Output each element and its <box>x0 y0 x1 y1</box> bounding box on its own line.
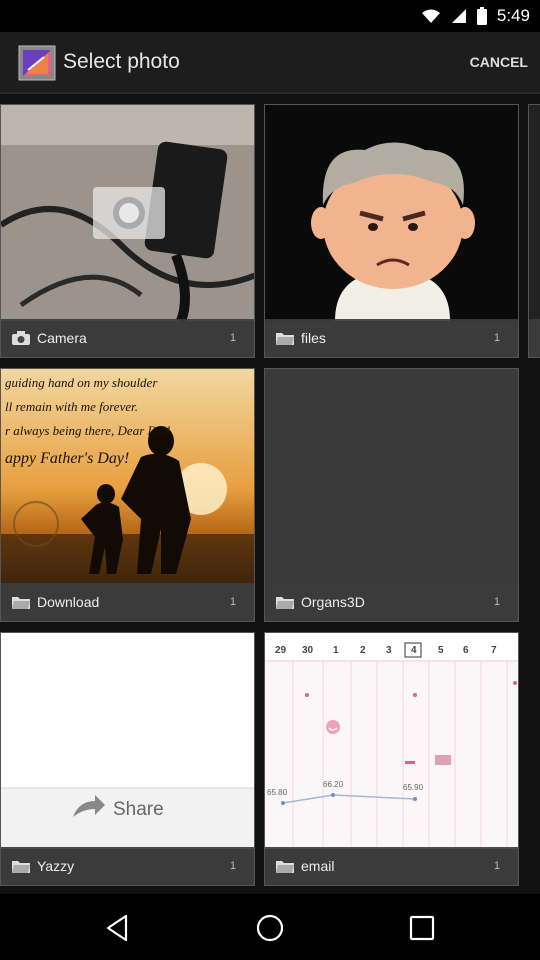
signal-icon <box>451 9 466 23</box>
status-icons: 5:49 <box>421 6 530 26</box>
album-name: Camera <box>37 330 87 346</box>
album-thumbnail: Share <box>1 633 254 849</box>
calendar-day: 2 <box>360 645 366 656</box>
chart-value: 65.90 <box>403 783 424 792</box>
calendar-day: 5 <box>438 645 444 656</box>
download-thumb-line-3: r always being there, Dear Dad. <box>5 423 173 438</box>
album-thumbnail <box>265 369 518 585</box>
navigation-bar <box>0 896 540 960</box>
album-name: Organs3D <box>301 594 365 610</box>
wifi-icon <box>421 9 440 23</box>
download-thumb-line-4: appy Father's Day! <box>5 450 129 467</box>
album-caption: files 1 <box>265 319 518 357</box>
album-name: Download <box>37 594 100 610</box>
calendar-day: 7 <box>491 645 497 656</box>
status-time: 5:49 <box>496 6 530 25</box>
page-title: Select photo <box>63 50 180 73</box>
album-count: 1 <box>493 860 500 872</box>
calendar-day: 3 <box>386 645 392 656</box>
calendar-day-selected: 4 <box>411 645 417 656</box>
album-tile-camera[interactable]: Camera 1 <box>0 104 255 358</box>
album-caption: Organs3D 1 <box>265 583 518 621</box>
album-grid[interactable]: Camera 1 files 1 guiding hand on my shou… <box>0 94 540 894</box>
album-tile-email[interactable]: 29 30 1 2 3 4 5 6 7 65.80 66.20 65.90 em… <box>264 632 519 886</box>
status-bar: 5:49 <box>0 0 540 32</box>
cancel-button[interactable]: CANCEL <box>470 54 528 70</box>
album-count: 1 <box>493 332 500 344</box>
share-label: Share <box>113 799 164 820</box>
album-name: email <box>301 858 335 874</box>
album-caption <box>529 319 540 357</box>
album-tile-partial[interactable] <box>528 104 540 358</box>
home-icon[interactable] <box>250 912 290 944</box>
folder-icon <box>276 861 294 873</box>
album-thumbnail <box>265 105 518 321</box>
album-count: 1 <box>229 332 236 344</box>
album-count: 1 <box>229 860 236 872</box>
back-icon[interactable] <box>98 912 138 944</box>
download-thumb-line-1: guiding hand on my shoulder <box>5 375 158 390</box>
album-tile-files[interactable]: files 1 <box>264 104 519 358</box>
album-thumbnail <box>1 105 254 321</box>
battery-icon <box>476 7 487 25</box>
action-bar: Select photo CANCEL <box>0 32 540 94</box>
album-count: 1 <box>493 596 500 608</box>
folder-icon <box>276 333 294 345</box>
album-caption: Download 1 <box>1 583 254 621</box>
camera-icon <box>12 331 30 345</box>
folder-icon <box>276 597 294 609</box>
album-caption: email 1 <box>265 847 518 885</box>
album-count: 1 <box>229 596 236 608</box>
album-caption: Yazzy 1 <box>1 847 254 885</box>
calendar-day: 1 <box>333 645 339 656</box>
album-thumbnail: 29 30 1 2 3 4 5 6 7 65.80 66.20 65.90 <box>265 633 518 849</box>
chart-value: 65.80 <box>267 788 288 797</box>
chart-value: 66.20 <box>323 780 344 789</box>
album-thumbnail: guiding hand on my shoulder ll remain wi… <box>1 369 254 585</box>
album-name: Yazzy <box>37 858 75 874</box>
calendar-day: 6 <box>463 645 469 656</box>
calendar-day: 29 <box>275 645 287 656</box>
album-tile-organs3d[interactable]: Organs3D 1 <box>264 368 519 622</box>
album-tile-yazzy[interactable]: Share Yazzy 1 <box>0 632 255 886</box>
gallery-app-icon <box>18 45 56 81</box>
recents-icon[interactable] <box>402 912 442 944</box>
album-thumbnail <box>529 105 540 321</box>
folder-icon <box>12 861 30 873</box>
calendar-day: 30 <box>302 645 314 656</box>
album-name: files <box>301 330 326 346</box>
album-tile-download[interactable]: guiding hand on my shoulder ll remain wi… <box>0 368 255 622</box>
folder-icon <box>12 597 30 609</box>
download-thumb-line-2: ll remain with me forever. <box>5 399 138 414</box>
album-caption: Camera 1 <box>1 319 254 357</box>
